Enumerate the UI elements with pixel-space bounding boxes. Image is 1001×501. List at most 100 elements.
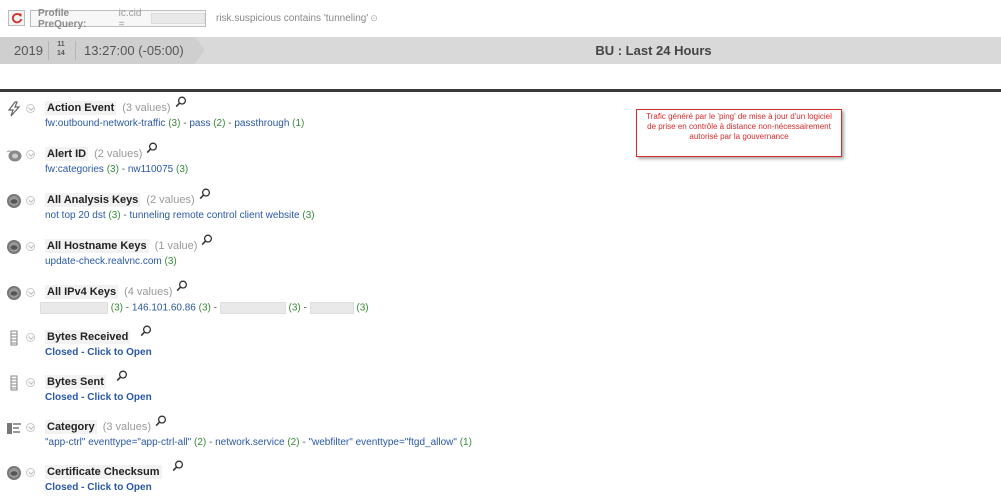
meta-value-count: (4 values) [124,286,173,298]
profile-prequery-value: ic.cid = [118,7,142,30]
meta-value-count: (3 values) [102,421,151,433]
value-separator: - [123,302,132,314]
expand-toggle-icon[interactable] [26,333,35,342]
meta-key-title[interactable]: Bytes Sent [45,375,106,389]
meta-key-title[interactable]: Certificate Checksum [45,465,162,479]
time-range-bar: 2019 11 14 13:27:00 (-05:00) BU : Last 2… [0,37,1001,64]
meta-value-link[interactable]: "app-ctrl" eventtype="app-ctrl-all" [45,437,191,448]
meta-value-count: (2 values) [146,194,195,206]
meta-value-link[interactable]: 146.101.60.86 [132,303,196,314]
profile-prequery-field[interactable]: Profile PreQuery: ic.cid = [30,7,206,30]
redacted-value [150,13,205,24]
lightning-icon [6,101,22,117]
meta-values-line: Closed - Click to Open [45,482,152,493]
disc-icon [6,239,22,255]
meta-values-line: not top 20 dst (3) - tunneling remote co… [45,210,315,221]
refresh-button[interactable] [8,10,25,26]
meta-key-title[interactable]: Bytes Received [45,330,131,344]
time-range-title: BU : Last 24 Hours [595,43,712,58]
meta-value-count: (2 values) [94,148,143,160]
magnifier-icon[interactable] [155,415,167,427]
meta-title-line: Certificate Checksum [45,460,184,479]
meta-value-count: (3) [173,164,189,175]
meta-value-link[interactable]: fw:categories [45,164,104,175]
meta-value-link[interactable]: not top 20 dst [45,210,106,221]
meta-value-link[interactable]: "webfilter" eventtype="ftgd_allow" [308,437,456,448]
meta-title-line: Category (3 values) [45,415,167,434]
meta-key-title[interactable]: All IPv4 Keys [45,285,119,299]
magnifier-icon[interactable] [116,370,128,382]
magnifier-icon[interactable] [176,280,188,292]
disc-icon [6,193,22,209]
meta-value-link[interactable]: tunneling remote control client website [130,210,300,221]
meta-title-line: Bytes Received [45,325,152,344]
magnifier-icon[interactable] [140,325,152,337]
separator [0,89,1001,92]
meta-title-line: Action Event (3 values) [45,96,187,115]
meta-value-link[interactable]: nw110075 [128,164,173,175]
meta-key-title[interactable]: Alert ID [45,147,89,161]
chevron-down-icon[interactable]: ⊙ [370,13,378,23]
meta-key-title[interactable]: All Analysis Keys [45,193,141,207]
bar-meter-icon [6,330,22,346]
profile-prequery-label: Profile PreQuery: [38,7,87,30]
meta-title-line: All Hostname Keys (1 value) [45,234,213,253]
query-bar: Profile PreQuery: ic.cid = risk.suspicio… [0,0,1001,36]
magnifier-icon[interactable] [201,234,213,246]
meta-value-count: (3) [108,302,123,314]
meta-value-count: (1) [289,118,305,129]
magnifier-icon[interactable] [146,142,158,154]
value-separator: - [210,302,220,314]
meta-value-link[interactable]: fw:outbound-network-traffic [45,118,165,129]
meta-value-link[interactable]: pass [189,118,210,129]
redacted-value[interactable] [219,302,286,314]
value-separator: - [180,118,190,129]
expand-toggle-icon[interactable] [26,196,35,205]
meta-value-count: (2) [284,437,300,448]
meta-row: All Analysis Keys (2 values) not top 20 ds… [0,188,640,234]
meta-value-count: (2) [191,437,207,448]
meta-value-count: (3) [161,256,177,267]
meta-value-count: (3) [195,302,211,314]
list-icon [6,420,22,436]
expand-toggle-icon[interactable] [26,423,35,432]
meta-value-link[interactable]: passthrough [234,118,289,129]
meta-row: Category (3 values) "app-ctrl" eventtype="… [0,415,640,461]
expand-toggle-icon[interactable] [26,288,35,297]
redacted-value[interactable] [309,302,354,314]
alert-disc-icon [6,147,22,163]
expand-toggle-icon[interactable] [26,150,35,159]
magnifier-icon[interactable] [175,96,187,108]
refresh-icon [11,13,22,24]
meta-values-line: Closed - Click to Open [45,347,152,358]
value-separator: - [206,437,216,448]
meta-value-count: (3) [285,302,301,314]
meta-value-count: (3 values) [122,102,171,114]
meta-value-count: (3) [353,302,369,314]
magnifier-icon[interactable] [199,188,211,200]
closed-click-to-open-link[interactable]: Closed - Click to Open [45,392,152,403]
meta-value-link[interactable]: network.service [215,437,284,448]
expand-toggle-icon[interactable] [26,104,35,113]
meta-values-line: update-check.realvnc.com (3) [45,256,177,267]
meta-values-line: fw:categories (3) - nw110075 (3) [45,164,188,175]
closed-click-to-open-link[interactable]: Closed - Click to Open [45,347,152,358]
expand-toggle-icon[interactable] [26,468,35,477]
redacted-value[interactable] [40,302,108,314]
meta-key-title[interactable]: Category [45,420,97,434]
expand-toggle-icon[interactable] [26,378,35,387]
meta-value-count: (3) [165,118,181,129]
meta-value-count: (3) [299,210,315,221]
disc-icon [6,465,22,481]
closed-click-to-open-link[interactable]: Closed - Click to Open [45,482,152,493]
meta-key-title[interactable]: Action Event [45,101,117,115]
magnifier-icon[interactable] [172,460,184,472]
meta-row: Alert ID (2 values) fw:categories (3) - nw… [0,142,640,188]
query-breadcrumb[interactable]: risk.suspicious contains 'tunneling' ⊙ [216,13,378,24]
expand-toggle-icon[interactable] [26,242,35,251]
meta-row: Bytes Sent Closed - Click to Open [0,370,640,416]
bar-meter-icon [6,375,22,391]
meta-value-link[interactable]: update-check.realvnc.com [45,256,162,267]
value-separator: - [118,164,128,175]
meta-key-title[interactable]: All Hostname Keys [45,239,149,253]
